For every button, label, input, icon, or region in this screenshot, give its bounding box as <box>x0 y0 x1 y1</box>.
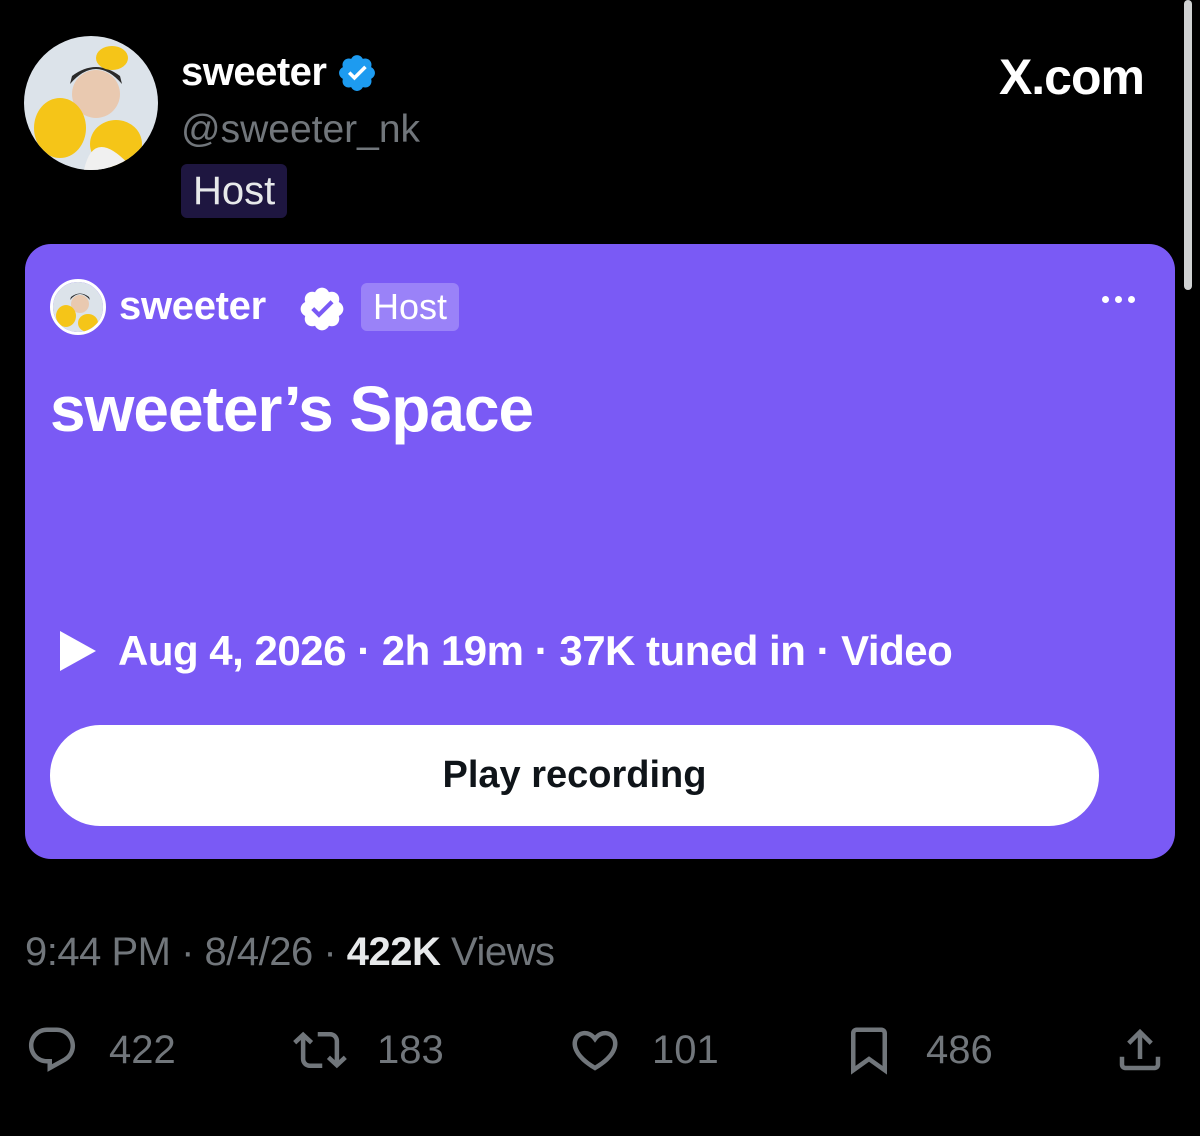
repost-count: 183 <box>377 1027 444 1072</box>
author-name[interactable]: sweeter <box>181 50 378 95</box>
space-host-avatar[interactable] <box>50 279 106 335</box>
space-card[interactable]: sweeter Host sweeter’s Space Aug 4, 2026… <box>25 244 1175 859</box>
play-icon <box>60 631 96 671</box>
verified-badge-icon <box>339 54 376 91</box>
author-name-text[interactable]: sweeter <box>181 50 327 95</box>
share-button[interactable] <box>1113 1020 1197 1080</box>
more-icon[interactable] <box>1102 296 1135 303</box>
more-dot <box>1102 296 1109 303</box>
like-icon <box>572 1030 618 1071</box>
reply-button[interactable]: 422 <box>25 1020 176 1080</box>
site-label: X.com <box>998 49 1145 105</box>
bookmark-button[interactable]: 486 <box>842 1020 993 1080</box>
author-avatar[interactable] <box>24 36 158 170</box>
share-icon <box>1119 1028 1161 1071</box>
like-button[interactable]: 101 <box>568 1020 719 1080</box>
play-recording-button[interactable]: Play recording <box>50 725 1099 826</box>
tweet-page: sweeter @sweeter_nk Host X.com sweeter H… <box>0 0 1200 1136</box>
space-meta-text: Aug 4, 2026 · 2h 19m · 37K tuned in · Vi… <box>118 627 953 674</box>
host-badge: Host <box>181 164 288 218</box>
views-label: Views <box>440 930 555 974</box>
time-date[interactable]: 9:44 PM · 8/4/26 · <box>25 930 347 974</box>
more-dot <box>1115 296 1122 303</box>
views-count: 422K <box>346 930 441 974</box>
repost-button[interactable]: 183 <box>293 1020 444 1080</box>
reply-icon <box>28 1027 76 1072</box>
tweet-timestamp: 9:44 PM · 8/4/26 · 422K Views <box>25 930 555 975</box>
space-meta: Aug 4, 2026 · 2h 19m · 37K tuned in · Vi… <box>58 627 953 675</box>
author-handle[interactable]: @sweeter_nk <box>181 108 420 152</box>
reply-count: 422 <box>109 1027 176 1072</box>
bookmark-count: 486 <box>926 1027 993 1072</box>
like-count: 101 <box>652 1027 719 1072</box>
repost-icon <box>293 1031 347 1069</box>
bookmark-icon <box>851 1027 887 1075</box>
verified-badge-icon <box>300 287 344 331</box>
space-title: sweeter’s Space <box>50 373 534 445</box>
scrollbar[interactable] <box>1184 0 1192 290</box>
space-host-name[interactable]: sweeter <box>119 284 266 329</box>
space-host-badge: Host <box>361 283 460 331</box>
more-dot <box>1128 296 1135 303</box>
